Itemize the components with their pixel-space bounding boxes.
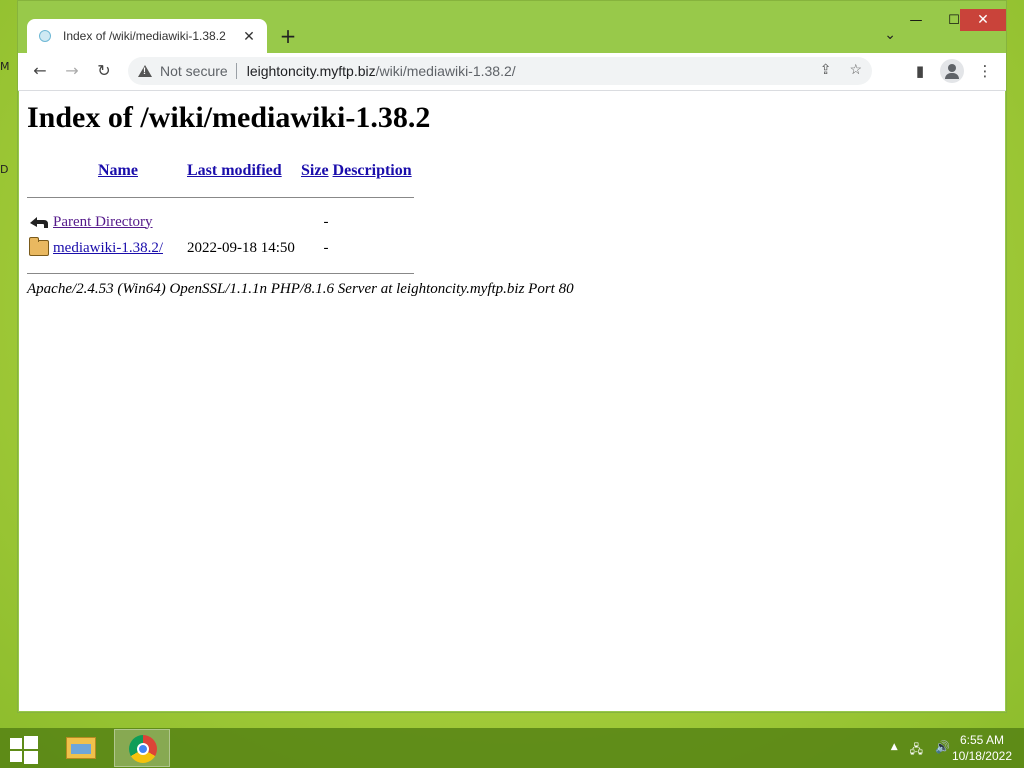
- menu-kebab-icon[interactable]: ⋮: [973, 59, 997, 83]
- url-path[interactable]: /wiki/mediawiki-1.38.2/: [376, 63, 516, 79]
- size-cell: -: [323, 239, 329, 256]
- close-window-button[interactable]: ✕: [960, 9, 1006, 31]
- size-cell: -: [323, 213, 329, 230]
- page-title: Index of /wiki/mediawiki-1.38.2: [27, 101, 431, 134]
- mediawiki-folder-link[interactable]: mediawiki-1.38.2/: [53, 240, 163, 256]
- share-icon[interactable]: ⇪: [820, 61, 832, 78]
- page-content: Index of /wiki/mediawiki-1.38.2 Name Las…: [19, 91, 1005, 711]
- sort-by-size-link[interactable]: Size: [301, 162, 329, 179]
- warning-icon[interactable]: [138, 65, 152, 77]
- security-label[interactable]: Not secure: [160, 63, 228, 79]
- folder-icon: [29, 237, 49, 257]
- desktop-icon-label: M: [0, 60, 10, 73]
- sort-by-name-link[interactable]: Name: [98, 162, 138, 179]
- profile-avatar-icon[interactable]: [940, 59, 964, 83]
- tab-close-icon[interactable]: ✕: [241, 28, 257, 45]
- back-button[interactable]: ←: [28, 59, 52, 83]
- browser-tab[interactable]: Index of /wiki/mediawiki-1.38.2 ✕: [27, 19, 267, 53]
- tab-title: Index of /wiki/mediawiki-1.38.2: [63, 29, 226, 43]
- parent-directory-link[interactable]: Parent Directory: [53, 214, 153, 230]
- network-icon[interactable]: 🖧: [910, 740, 923, 761]
- volume-icon[interactable]: 🔊: [935, 740, 950, 761]
- url-host[interactable]: leightoncity.myftp.biz: [247, 63, 376, 79]
- sort-by-last-modified-link[interactable]: Last modified: [187, 162, 282, 179]
- table-header-row: Name Last modified Size Description: [27, 157, 414, 185]
- title-bar: Index of /wiki/mediawiki-1.38.2 ✕ + ⌄ — …: [18, 1, 1006, 53]
- description-cell: [331, 209, 414, 235]
- description-cell: [331, 235, 414, 261]
- clock-time: 6:55 AM: [959, 733, 1004, 747]
- sort-by-description-link[interactable]: Description: [333, 162, 412, 179]
- server-signature: Apache/2.4.53 (Win64) OpenSSL/1.1.1n PHP…: [27, 281, 574, 297]
- file-explorer-icon: [66, 737, 96, 759]
- minimize-button[interactable]: —: [894, 9, 938, 33]
- icon-column-header: [27, 157, 51, 185]
- modified-cell: 2022-09-18 14:50: [187, 239, 295, 256]
- address-separator: [235, 63, 237, 79]
- modified-cell: [185, 209, 299, 235]
- taskbar: ▲ 🖧 🔊 6:55 AM 10/18/2022: [0, 728, 1024, 768]
- table-row: mediawiki-1.38.2/ 2022-09-18 14:50 -: [27, 235, 414, 261]
- windows-start-icon[interactable]: [10, 736, 38, 764]
- address-bar[interactable]: Not secure leightoncity.myftp.biz/wiki/m…: [128, 57, 872, 85]
- system-tray: ▲ 🖧 🔊: [891, 740, 950, 761]
- forward-button[interactable]: →: [60, 59, 84, 83]
- desktop-icon-label: D: [0, 163, 9, 176]
- browser-window: Index of /wiki/mediawiki-1.38.2 ✕ + ⌄ — …: [17, 0, 1007, 713]
- browser-toolbar: ← → ↻ Not secure leightoncity.myftp.biz/…: [18, 53, 1006, 91]
- back-arrow-icon: [30, 217, 48, 229]
- taskbar-file-explorer[interactable]: [52, 729, 108, 767]
- chrome-icon: [129, 735, 157, 763]
- reload-button[interactable]: ↻: [92, 59, 116, 83]
- divider: [27, 196, 414, 198]
- new-tab-button[interactable]: +: [277, 25, 299, 47]
- clock-date: 10/18/2022: [951, 749, 1012, 763]
- divider: [27, 272, 414, 274]
- favicon-icon: [39, 30, 51, 42]
- taskbar-clock[interactable]: 6:55 AM 10/18/2022: [952, 732, 1012, 764]
- taskbar-chrome[interactable]: [114, 729, 170, 767]
- show-hidden-icons-chevron-icon[interactable]: ▲: [891, 740, 898, 761]
- side-panel-icon[interactable]: ▮: [908, 59, 932, 83]
- table-row: Parent Directory -: [27, 209, 414, 235]
- bookmark-star-icon[interactable]: ☆: [849, 61, 862, 78]
- directory-listing-table: Name Last modified Size Description Pare…: [27, 157, 414, 285]
